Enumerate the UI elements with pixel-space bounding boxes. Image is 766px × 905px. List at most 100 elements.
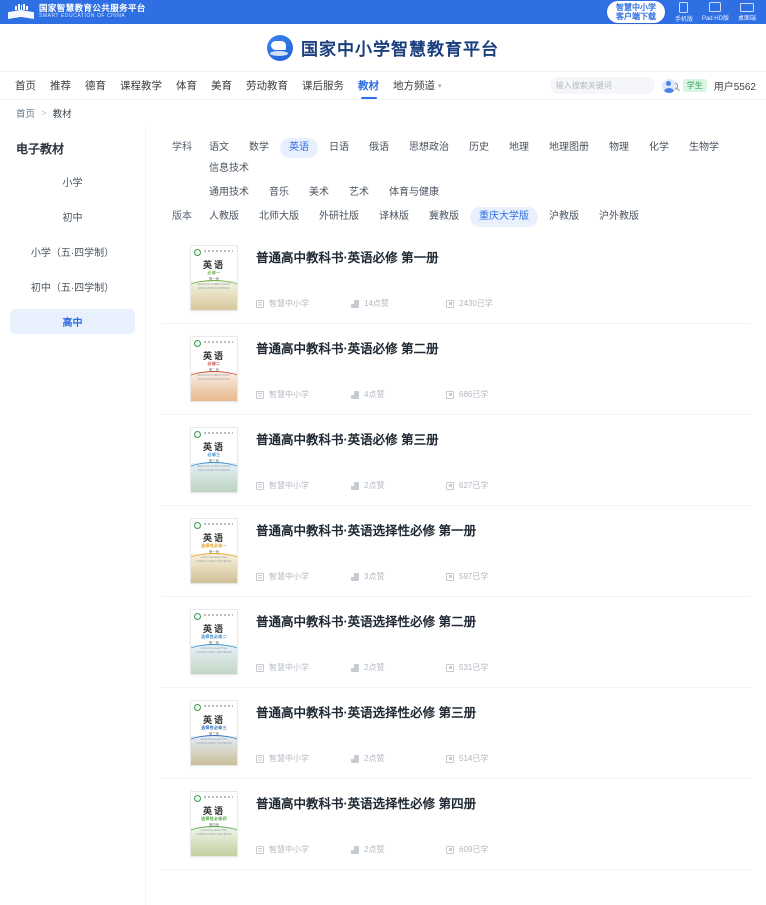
meta-source-label: 智慧中小学 [269,754,309,763]
table-row[interactable]: 英语 选择性必修四 第四册 ENGLISH ELECTIVE COMPULSOR… [162,779,750,870]
nav-item-after-school[interactable]: 课后服务 [295,72,351,100]
version-option-jijiao[interactable]: 冀教版 [420,207,468,227]
meta-studied: 514已学 [446,753,541,764]
nav-item-arts[interactable]: 美育 [204,72,239,100]
thumbs-up-icon [351,845,359,854]
nav-item-labor-education[interactable]: 劳动教育 [239,72,295,100]
source-icon [256,299,264,308]
subject-option-geography-atlas[interactable]: 地理图册 [540,138,598,158]
main-navigation: 首页 推荐 德育 课程教学 体育 美育 劳动教育 课后服务 教材 地方频道 ▾ … [0,72,766,100]
sidebar: 电子教材 小学 初中 小学（五·四学制） 初中（五·四学制） 高中 [0,126,146,905]
site-logo-row[interactable]: 国家中小学智慧教育平台 [267,34,499,61]
version-option-huwaijiao[interactable]: 沪外教版 [590,207,648,227]
meta-studied-label: 627已学 [459,481,489,490]
platform-brand[interactable]: 国家智慧教育公共服务平台 SMART EDUCATION OF CHINA [8,4,146,20]
version-options: 人教版 北师大版 外研社版 译林版 冀教版 重庆大学版 沪教版 沪外教版 [200,207,750,227]
client-download-button[interactable]: 智慧中小学 客户端下载 [606,0,665,24]
thumbs-up-icon [351,390,359,399]
table-row[interactable]: 英语 必修一 第一册 ENGLISH COMPULSORY EDUCATION … [162,233,750,324]
subject-option-math[interactable]: 数学 [240,138,278,158]
thumbs-up-icon [351,481,359,490]
subject-option-chinese[interactable]: 语文 [200,138,238,158]
version-option-renjiao[interactable]: 人教版 [200,207,248,227]
nav-item-home[interactable]: 首页 [8,72,43,100]
table-row[interactable]: 英语 选择性必修三 第三册 ENGLISH ELECTIVE COMPULSOR… [162,688,750,779]
sidebar-item-primary[interactable]: 小学 [10,169,135,194]
book-title: 普通高中教科书·英语必修 第三册 [256,433,439,447]
cover-artwork [191,644,237,674]
meta-studied: 686已学 [446,389,541,400]
nav-item-moral-education[interactable]: 德育 [78,72,113,100]
book-title: 普通高中教科书·英语选择性必修 第二册 [256,615,477,629]
subject-option-japanese[interactable]: 日语 [320,138,358,158]
meta-source-label: 智慧中小学 [269,481,309,490]
subject-option-general-tech[interactable]: 通用技术 [200,183,258,203]
device-link-phone[interactable]: 手机版 [675,1,693,23]
publisher-seal-icon [194,249,201,256]
source-icon [256,572,264,581]
version-option-beishida[interactable]: 北师大版 [250,207,308,227]
meta-likes-label: 2点赞 [364,754,385,763]
subject-option-music[interactable]: 音乐 [260,183,298,203]
publisher-seal-icon [194,522,201,529]
publisher-seal-icon [194,704,201,711]
subject-option-geography[interactable]: 地理 [500,138,538,158]
meta-studied: 531已学 [446,662,541,673]
subject-option-fine-arts[interactable]: 美术 [300,183,338,203]
device-label-pad: Pad HD版 [701,16,729,22]
subject-options-row2: 通用技术 音乐 美术 艺术 体育与健康 [200,183,750,203]
book-title: 普通高中教科书·英语必修 第一册 [256,251,439,265]
breadcrumb-current: 教材 [52,109,72,120]
desktop-icon [739,2,754,12]
sidebar-item-senior[interactable]: 高中 [10,309,135,334]
meta-likes-label: 3点赞 [364,572,385,581]
version-option-chongqing-univ[interactable]: 重庆大学版 [470,207,538,227]
table-row[interactable]: 英语 必修二 第二册 ENGLISH COMPULSORY EDUCATION … [162,324,750,415]
version-option-yilin[interactable]: 译林版 [370,207,418,227]
source-icon [256,390,264,399]
subject-options: 语文 数学 英语 日语 俄语 思想政治 历史 地理 地理图册 物理 化学 生物学… [200,138,750,179]
meta-source-label: 智慧中小学 [269,299,309,308]
study-count-icon [446,481,454,490]
subject-option-art[interactable]: 艺术 [340,183,378,203]
subject-option-it[interactable]: 信息技术 [200,159,258,179]
device-link-desktop[interactable]: 桌面端 [738,2,756,22]
meta-source: 智慧中小学 [256,844,351,855]
book-cover: 英语 选择性必修四 第四册 ENGLISH ELECTIVE COMPULSOR… [190,791,238,857]
sidebar-item-junior-54[interactable]: 初中（五·四学制） [10,274,135,299]
breadcrumb-home[interactable]: 首页 [16,106,35,120]
book-meta: 智慧中小学 2点赞 627已学 [256,480,740,493]
page-title: 国家中小学智慧教育平台 [301,40,499,59]
subject-option-chemistry[interactable]: 化学 [640,138,678,158]
subject-option-history[interactable]: 历史 [460,138,498,158]
nav-item-sports[interactable]: 体育 [169,72,204,100]
user-name[interactable]: 用户5562 [714,78,756,93]
version-option-waiyanshe[interactable]: 外研社版 [310,207,368,227]
version-option-hujiao[interactable]: 沪教版 [540,207,588,227]
table-row[interactable]: 英语 必修三 第三册 ENGLISH COMPULSORY EDUCATION … [162,415,750,506]
subject-option-english[interactable]: 英语 [280,138,318,158]
subject-option-biology[interactable]: 生物学 [680,138,728,158]
subject-option-russian[interactable]: 俄语 [360,138,398,158]
search-input[interactable] [555,81,666,90]
nav-item-local-channel[interactable]: 地方频道 ▾ [386,72,449,100]
study-count-icon [446,572,454,581]
national-emblem-icon [8,4,34,20]
nav-item-recommend[interactable]: 推荐 [43,72,78,100]
breadcrumb: 首页 > 教材 [0,100,766,126]
sidebar-item-junior[interactable]: 初中 [10,204,135,229]
nav-item-curriculum[interactable]: 课程教学 [113,72,169,100]
sidebar-item-primary-54[interactable]: 小学（五·四学制） [10,239,135,264]
search-box[interactable] [549,77,678,94]
nav-item-textbooks[interactable]: 教材 [351,72,386,100]
subject-option-physics[interactable]: 物理 [600,138,638,158]
subject-option-politics[interactable]: 思想政治 [400,138,458,158]
meta-source: 智慧中小学 [256,571,351,582]
source-icon [256,663,264,672]
table-row[interactable]: 英语 选择性必修二 第二册 ENGLISH ELECTIVE COMPULSOR… [162,597,750,688]
cover-artwork [191,462,237,492]
subject-option-pe-health[interactable]: 体育与健康 [380,183,448,203]
table-row[interactable]: 英语 选择性必修一 第一册 ENGLISH ELECTIVE COMPULSOR… [162,506,750,597]
avatar[interactable] [661,78,676,93]
device-link-pad[interactable]: Pad HD版 [702,2,729,22]
